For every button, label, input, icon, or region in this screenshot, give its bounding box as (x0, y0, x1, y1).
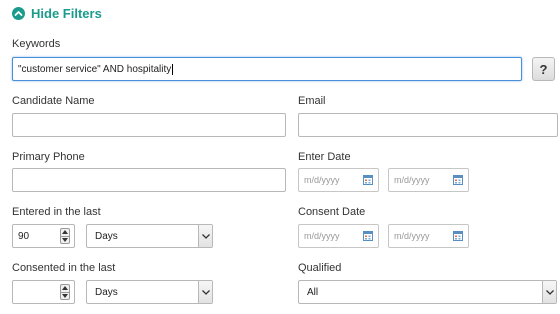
qualified-select[interactable]: All (298, 280, 557, 304)
calendar-icon[interactable] (363, 175, 373, 185)
entered-in-last-input[interactable]: 90 (12, 224, 75, 248)
consented-in-last-input[interactable] (12, 280, 75, 304)
selected-value: Days (95, 286, 118, 298)
consent-date-to-input[interactable]: m/d/yyyy (388, 224, 469, 248)
consent-date-label: Consent Date (298, 206, 366, 218)
filters-panel: Hide Filters Keywords "customer service"… (0, 0, 560, 314)
qualified-label: Qualified (298, 262, 342, 274)
email-input[interactable] (298, 113, 558, 137)
number-spinner[interactable] (60, 284, 70, 300)
chevron-down-icon[interactable] (198, 225, 212, 247)
keywords-value: "customer service" AND hospitality (18, 63, 172, 75)
spin-down-icon[interactable] (61, 235, 69, 244)
primary-phone-label: Primary Phone (12, 151, 85, 163)
keywords-input[interactable]: "customer service" AND hospitality (12, 57, 522, 81)
spin-down-icon[interactable] (61, 291, 69, 300)
consent-date-from-input[interactable]: m/d/yyyy (298, 224, 379, 248)
selected-value: Days (95, 230, 118, 242)
email-label: Email (298, 95, 326, 107)
enter-date-to-input[interactable]: m/d/yyyy (388, 168, 469, 192)
enter-date-label: Enter Date (298, 151, 351, 163)
hide-filters-toggle[interactable]: Hide Filters (12, 5, 102, 21)
entered-in-last-label: Entered in the last (12, 206, 101, 218)
chevron-down-icon[interactable] (542, 281, 556, 303)
number-spinner[interactable] (60, 228, 70, 244)
consented-in-last-unit-select[interactable]: Days (86, 280, 213, 304)
entered-in-last-value: 90 (18, 230, 30, 242)
calendar-icon[interactable] (453, 231, 463, 241)
candidate-name-label: Candidate Name (12, 95, 95, 107)
hide-filters-label: Hide Filters (31, 5, 102, 21)
date-placeholder: m/d/yyyy (394, 175, 430, 185)
primary-phone-input[interactable] (12, 168, 286, 192)
enter-date-from-input[interactable]: m/d/yyyy (298, 168, 379, 192)
selected-value: All (307, 286, 319, 298)
text-caret (172, 63, 174, 75)
date-placeholder: m/d/yyyy (304, 231, 340, 241)
keywords-label: Keywords (12, 38, 61, 50)
calendar-icon[interactable] (363, 231, 373, 241)
calendar-icon[interactable] (453, 175, 463, 185)
date-placeholder: m/d/yyyy (304, 175, 340, 185)
date-placeholder: m/d/yyyy (394, 231, 430, 241)
candidate-name-input[interactable] (12, 113, 286, 137)
help-label: ? (539, 61, 548, 77)
entered-in-last-unit-select[interactable]: Days (86, 224, 213, 248)
consented-in-last-label: Consented in the last (12, 262, 116, 274)
keywords-help-button[interactable]: ? (532, 57, 555, 81)
chevron-down-icon[interactable] (198, 281, 212, 303)
chevron-up-circle-icon (12, 6, 25, 20)
